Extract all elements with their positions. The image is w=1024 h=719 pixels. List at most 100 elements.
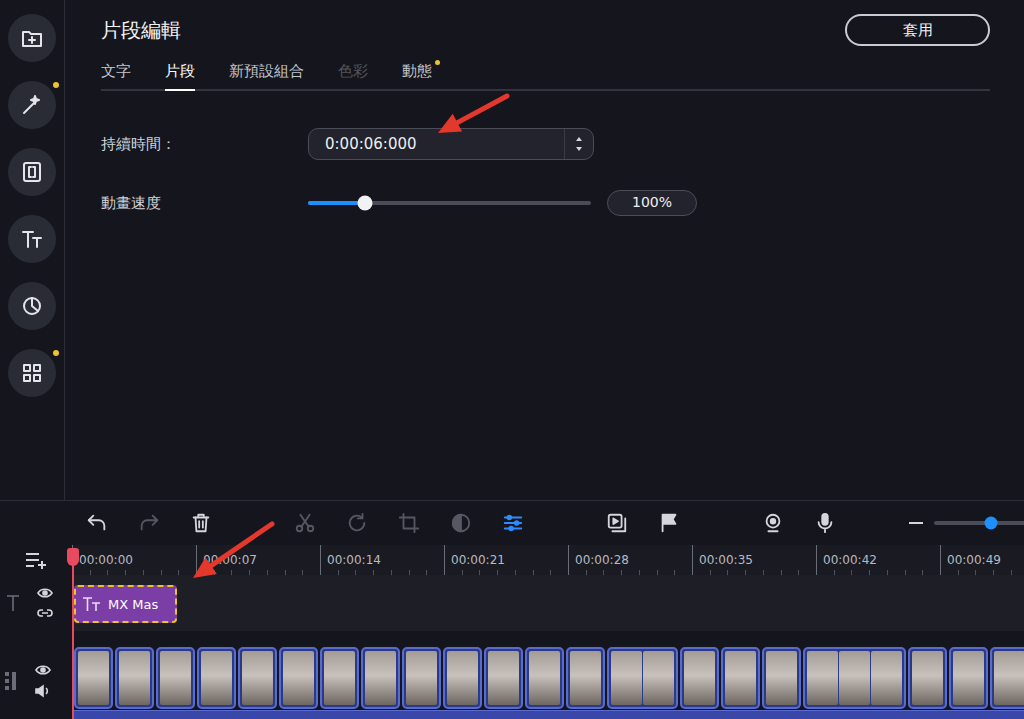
webcam-button[interactable] bbox=[747, 505, 799, 541]
properties-button[interactable] bbox=[487, 505, 539, 541]
video-clip[interactable] bbox=[484, 647, 523, 709]
editor-area: 片段編輯 套用 文字 片段 新預設組合 色彩 動態 持續時間： 0:00:06:… bbox=[0, 0, 1024, 500]
sidebar-item[interactable] bbox=[8, 215, 56, 263]
video-clip[interactable] bbox=[607, 647, 678, 709]
video-track bbox=[0, 639, 1024, 719]
video-clip[interactable] bbox=[803, 647, 906, 709]
sidebar-item[interactable] bbox=[8, 349, 56, 397]
video-lane bbox=[72, 639, 1024, 719]
speed-slider[interactable] bbox=[308, 193, 591, 213]
tab[interactable]: 動態 bbox=[402, 62, 432, 91]
ruler-label: 00:00:21 bbox=[451, 553, 505, 567]
tab[interactable]: 新預設組合 bbox=[229, 62, 304, 91]
video-thumbnail bbox=[324, 651, 355, 705]
zoom-slider[interactable] bbox=[934, 521, 1024, 525]
undo-button[interactable] bbox=[71, 505, 123, 541]
video-clip[interactable] bbox=[525, 647, 564, 709]
video-clip[interactable] bbox=[361, 647, 400, 709]
timeline: 00:00:0000:00:0700:00:1400:00:2100:00:28… bbox=[0, 500, 1024, 719]
playhead-handle[interactable] bbox=[67, 548, 79, 566]
delete-icon bbox=[190, 512, 212, 534]
speed-reading[interactable]: 100% bbox=[607, 190, 697, 216]
tab[interactable]: 色彩 bbox=[338, 62, 368, 91]
zoom-thumb[interactable] bbox=[985, 517, 998, 530]
film-icon bbox=[5, 670, 19, 692]
video-thumbnail bbox=[766, 651, 797, 705]
crop-button[interactable] bbox=[383, 505, 435, 541]
voice-button[interactable] bbox=[799, 505, 851, 541]
ruler-segment: 00:00:14 bbox=[320, 545, 444, 575]
video-clip[interactable] bbox=[990, 647, 1024, 709]
speaker-icon[interactable] bbox=[35, 684, 51, 698]
color-button[interactable] bbox=[435, 505, 487, 541]
tab-bar: 文字 片段 新預設組合 色彩 動態 bbox=[101, 62, 990, 91]
effects-icon bbox=[20, 93, 44, 117]
eye-icon[interactable] bbox=[37, 587, 53, 599]
zoom-out-icon[interactable] bbox=[908, 515, 924, 531]
sidebar-item[interactable] bbox=[8, 81, 56, 129]
overlay-icon bbox=[606, 512, 628, 534]
video-thumbnail bbox=[570, 651, 601, 705]
video-thumbnail bbox=[994, 651, 1024, 705]
eye-icon[interactable] bbox=[35, 664, 51, 676]
spinner-icon bbox=[574, 133, 584, 155]
video-clip[interactable] bbox=[279, 647, 318, 709]
ruler-label: 00:00:14 bbox=[327, 553, 381, 567]
slider-thumb[interactable] bbox=[357, 196, 372, 211]
track-header bbox=[0, 575, 72, 631]
video-clip[interactable] bbox=[908, 647, 947, 709]
zoom-control bbox=[908, 515, 1024, 531]
playhead[interactable] bbox=[72, 548, 74, 719]
sidebar-item[interactable] bbox=[8, 14, 56, 62]
link-icon[interactable] bbox=[37, 607, 53, 619]
rotate-button[interactable] bbox=[331, 505, 383, 541]
video-clip[interactable] bbox=[238, 647, 277, 709]
cut-button[interactable] bbox=[279, 505, 331, 541]
duration-field[interactable]: 0:00:06:000 bbox=[308, 128, 594, 160]
spinner[interactable] bbox=[564, 129, 593, 159]
video-clip[interactable] bbox=[762, 647, 801, 709]
sidebar-item[interactable] bbox=[8, 282, 56, 330]
video-thumbnail bbox=[283, 651, 314, 705]
video-clip[interactable] bbox=[197, 647, 236, 709]
delete-button[interactable] bbox=[175, 505, 227, 541]
titles-icon bbox=[20, 227, 44, 251]
track-header bbox=[0, 639, 72, 719]
marker-button[interactable] bbox=[643, 505, 695, 541]
tab[interactable]: 文字 bbox=[101, 62, 131, 91]
video-clip[interactable] bbox=[721, 647, 760, 709]
import-icon bbox=[20, 26, 44, 50]
video-thumbnail bbox=[953, 651, 984, 705]
video-clip[interactable] bbox=[156, 647, 195, 709]
redo-button[interactable] bbox=[123, 505, 175, 541]
ruler-label: 00:00:42 bbox=[823, 553, 877, 567]
video-thumbnail bbox=[160, 651, 191, 705]
video-clip[interactable] bbox=[320, 647, 359, 709]
sidebar-item[interactable] bbox=[8, 148, 56, 196]
duration-label: 持續時間： bbox=[101, 135, 308, 154]
properties-icon bbox=[502, 512, 524, 534]
ruler-label: 00:00:28 bbox=[575, 553, 629, 567]
tab[interactable]: 片段 bbox=[165, 62, 195, 91]
video-clip[interactable] bbox=[443, 647, 482, 709]
video-clip[interactable] bbox=[115, 647, 154, 709]
duration-value: 0:00:06:000 bbox=[325, 135, 417, 153]
video-thumbnail bbox=[201, 651, 232, 705]
overlay-button[interactable] bbox=[591, 505, 643, 541]
title-clip[interactable]: MX Mas bbox=[74, 585, 177, 623]
video-clip[interactable] bbox=[680, 647, 719, 709]
video-clip[interactable] bbox=[402, 647, 441, 709]
apply-button[interactable]: 套用 bbox=[845, 14, 990, 46]
video-clip[interactable] bbox=[74, 647, 113, 709]
title-track-icon bbox=[5, 594, 21, 612]
add-track-icon[interactable] bbox=[24, 551, 48, 569]
video-clip[interactable] bbox=[566, 647, 605, 709]
timeline-toolbar bbox=[0, 501, 1024, 545]
clip-label: MX Mas bbox=[108, 597, 158, 612]
time-ruler[interactable]: 00:00:0000:00:0700:00:1400:00:2100:00:28… bbox=[72, 545, 1024, 575]
voice-icon bbox=[814, 512, 836, 534]
ruler-label: 00:00:07 bbox=[203, 553, 257, 567]
new-badge bbox=[53, 82, 59, 88]
video-thumbnail bbox=[365, 651, 396, 705]
video-clip[interactable] bbox=[949, 647, 988, 709]
